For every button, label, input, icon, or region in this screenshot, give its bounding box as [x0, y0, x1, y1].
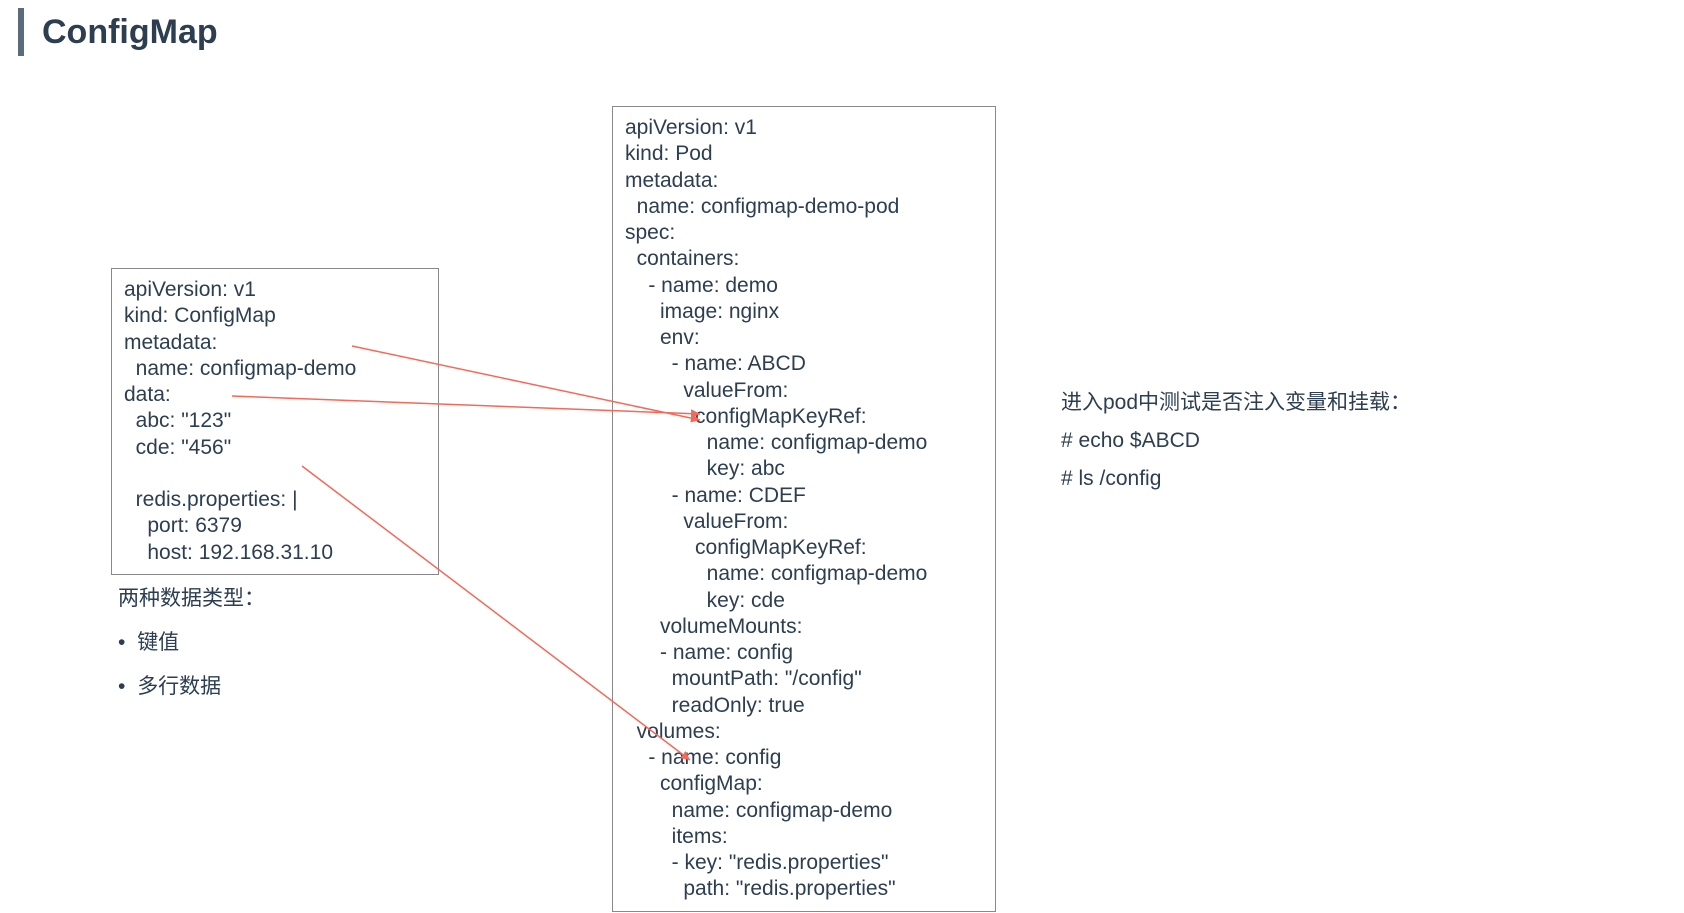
page-title: ConfigMap	[42, 13, 218, 52]
right-notes-heading: 进入pod中测试是否注入变量和挂载：	[1061, 384, 1411, 422]
left-notes-heading: 两种数据类型：	[118, 580, 265, 618]
pod-yaml-box: apiVersion: v1 kind: Pod metadata: name:…	[612, 106, 996, 912]
configmap-yaml-box: apiVersion: v1 kind: ConfigMap metadata:…	[111, 268, 439, 575]
left-notes-item-0: 键值	[118, 624, 265, 662]
left-notes-item-1: 多行数据	[118, 668, 265, 706]
right-notes: 进入pod中测试是否注入变量和挂载： # echo $ABCD # ls /co…	[1061, 384, 1411, 497]
page-title-bar: ConfigMap	[18, 8, 218, 56]
right-notes-line-1: # ls /config	[1061, 460, 1411, 498]
title-accent	[18, 8, 24, 56]
left-notes: 两种数据类型： 键值 多行数据	[118, 580, 265, 705]
right-notes-line-0: # echo $ABCD	[1061, 422, 1411, 460]
